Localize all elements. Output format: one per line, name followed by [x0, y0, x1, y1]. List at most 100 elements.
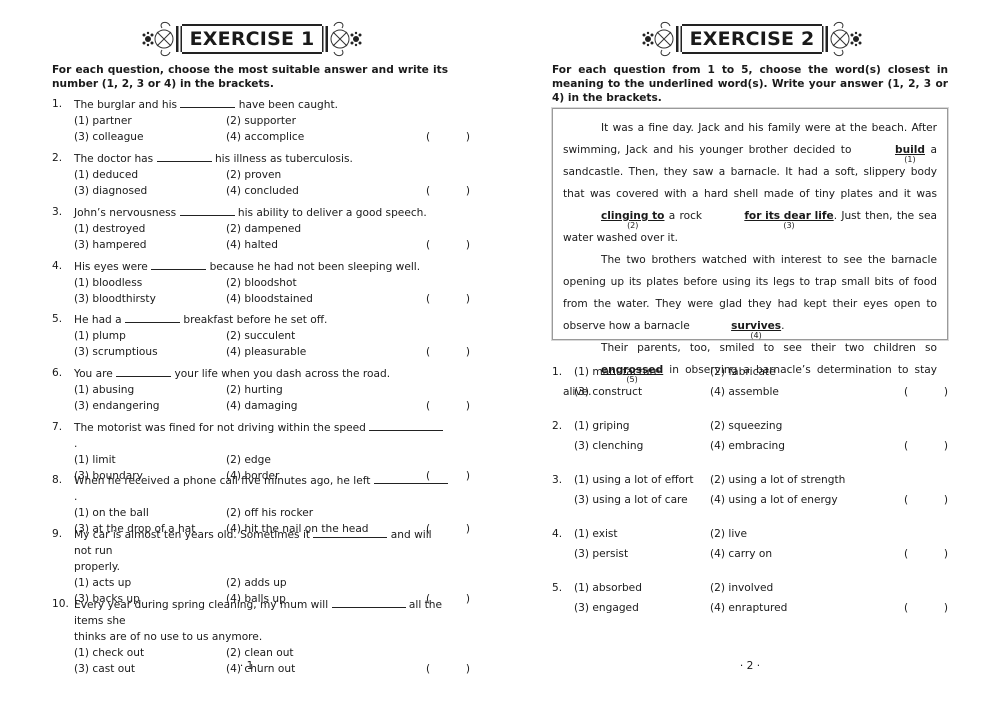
option-4[interactable]: (4) halted [226, 237, 278, 253]
option-4[interactable]: (4) damaging [226, 398, 298, 414]
option-3[interactable]: (3) hampered [74, 237, 147, 253]
option-3[interactable]: (3) clenching [574, 436, 643, 456]
option-2[interactable]: (2) proven [226, 167, 281, 183]
passage-text: Their parents, too, smiled to see their … [601, 342, 937, 354]
option-1[interactable]: (1) exist [574, 524, 618, 544]
option-3[interactable]: (3) scrumptious [74, 344, 158, 360]
option-2[interactable]: (2) adds up [226, 575, 287, 591]
option-1[interactable]: (1) plump [74, 328, 126, 344]
page-exercise-1: EXERCISE 1 For each question, choose the… [52, 0, 470, 707]
option-3[interactable]: (3) using a lot of care [574, 490, 688, 510]
option-2[interactable]: (2) supporter [226, 113, 296, 129]
bracket-open: ( [426, 400, 431, 412]
answer-blank [151, 258, 207, 270]
answer-brackets[interactable]: () [904, 598, 948, 618]
option-2[interactable]: (2) squeezing [710, 416, 782, 436]
option-2[interactable]: (2) off his rocker [226, 505, 313, 521]
answer-brackets[interactable]: () [426, 398, 470, 414]
option-2[interactable]: (2) clean out [226, 645, 294, 661]
passage-paragraph-1: It was a fine day. Jack and his family w… [563, 117, 937, 249]
answer-brackets[interactable]: () [904, 544, 948, 564]
option-2[interactable]: (2) live [710, 524, 747, 544]
option-4[interactable]: (4) enraptured [710, 598, 787, 618]
option-4[interactable]: (4) using a lot of energy [710, 490, 838, 510]
answer-brackets[interactable]: () [904, 490, 948, 510]
stem-text: thinks are of no use to us anymore. [74, 631, 263, 643]
option-3[interactable]: (3) diagnosed [74, 183, 147, 199]
option-3[interactable]: (3) construct [574, 382, 642, 402]
exercise-title: EXERCISE 1 [189, 28, 315, 50]
option-4[interactable]: (4) accomplice [226, 129, 304, 145]
option-1[interactable]: (1) limit [74, 452, 116, 468]
stem-text: The motorist was fined for not driving w… [74, 422, 366, 434]
option-1[interactable]: (1) abusing [74, 382, 134, 398]
question-number: 6. [52, 367, 63, 379]
answer-brackets[interactable]: () [904, 436, 948, 456]
question-stem: His eyes were because he had not been sl… [74, 258, 448, 275]
bracket-close: ) [465, 593, 470, 605]
stem-text: John’s nervousness [74, 207, 177, 219]
stem-text: properly. [74, 561, 120, 573]
question-number: 4. [552, 528, 563, 540]
question-item: 4. His eyes were because he had not been … [52, 258, 470, 307]
option-1[interactable]: (1) partner [74, 113, 132, 129]
options: (1) abusing (2) hurting (3) endangering (4)… [74, 382, 470, 414]
option-1[interactable]: (1) griping [574, 416, 630, 436]
option-2[interactable]: (2) succulent [226, 328, 295, 344]
option-1[interactable]: (1) manufacture [574, 362, 660, 382]
answer-brackets[interactable]: () [426, 129, 470, 145]
title-box: EXERCISE 1 [181, 24, 323, 54]
instructions: For each question, choose the most suita… [52, 64, 448, 90]
question-item: 1. (1) manufacture (2) fabricate (3) constr… [552, 362, 948, 402]
stem-text: His eyes were [74, 261, 148, 273]
ornament-left-icon [642, 21, 682, 57]
question-number: 2. [552, 420, 563, 432]
option-4[interactable]: (4) embracing [710, 436, 785, 456]
option-2[interactable]: (2) fabricate [710, 362, 776, 382]
question-number: 1. [552, 366, 563, 378]
option-4[interactable]: (4) bloodstained [226, 291, 313, 307]
question-number: 1. [52, 98, 63, 110]
answer-brackets[interactable]: () [426, 344, 470, 360]
answer-blank [156, 150, 212, 162]
option-3[interactable]: (3) bloodthirsty [74, 291, 156, 307]
option-2[interactable]: (2) edge [226, 452, 271, 468]
option-2[interactable]: (2) bloodshot [226, 275, 297, 291]
question-stem: John’s nervousness his ability to delive… [74, 204, 448, 221]
question-marker: (4) [750, 331, 762, 340]
option-3[interactable]: (3) endangering [74, 398, 160, 414]
option-1[interactable]: (1) acts up [74, 575, 131, 591]
option-4[interactable]: (4) pleasurable [226, 344, 306, 360]
option-2[interactable]: (2) hurting [226, 382, 283, 398]
option-3[interactable]: (3) engaged [574, 598, 639, 618]
option-2[interactable]: (2) dampened [226, 221, 301, 237]
option-4[interactable]: (4) carry on [710, 544, 772, 564]
answer-brackets[interactable]: () [904, 382, 948, 402]
question-marker: (3) [783, 221, 795, 230]
option-1[interactable]: (1) check out [74, 645, 144, 661]
answer-brackets[interactable]: () [426, 291, 470, 307]
option-1[interactable]: (1) using a lot of effort [574, 470, 694, 490]
option-4[interactable]: (4) concluded [226, 183, 299, 199]
stem-text: your life when you dash across the road. [174, 368, 391, 380]
answer-blank [331, 596, 406, 608]
answer-blank [373, 472, 448, 484]
option-1[interactable]: (1) deduced [74, 167, 138, 183]
option-1[interactable]: (1) destroyed [74, 221, 145, 237]
answer-brackets[interactable]: () [426, 237, 470, 253]
option-4[interactable]: (4) assemble [710, 382, 779, 402]
stem-text: breakfast before he set off. [183, 314, 328, 326]
question-number: 4. [52, 260, 63, 272]
option-2[interactable]: (2) involved [710, 578, 773, 598]
option-2[interactable]: (2) using a lot of strength [710, 470, 845, 490]
option-1[interactable]: (1) absorbed [574, 578, 642, 598]
answer-brackets[interactable]: () [426, 183, 470, 199]
question-number: 3. [552, 474, 563, 486]
question-number: 5. [52, 313, 63, 325]
exercise-title: EXERCISE 2 [689, 28, 815, 50]
question-stem: The doctor has his illness as tuberculos… [74, 150, 448, 167]
option-1[interactable]: (1) bloodless [74, 275, 142, 291]
option-3[interactable]: (3) persist [574, 544, 628, 564]
option-3[interactable]: (3) colleague [74, 129, 144, 145]
option-1[interactable]: (1) on the ball [74, 505, 149, 521]
